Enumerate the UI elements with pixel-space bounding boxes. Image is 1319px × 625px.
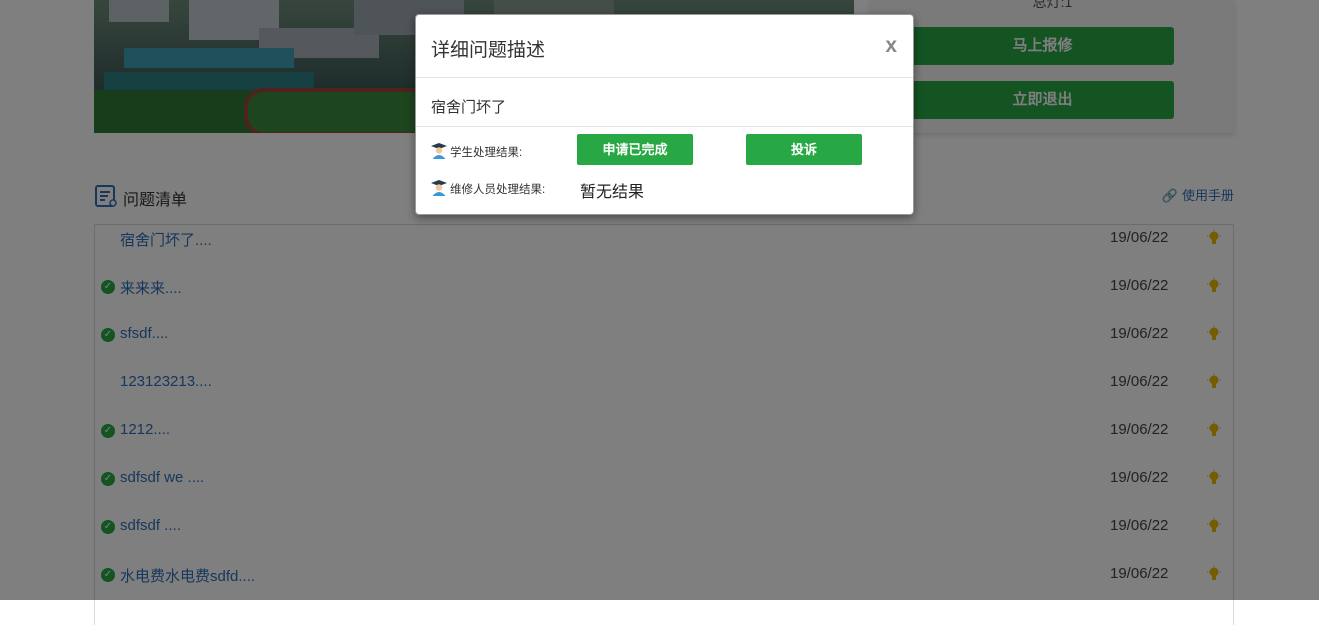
complaint-button[interactable]: 投诉 — [746, 134, 862, 165]
repair-result-value: 暂无结果 — [580, 184, 645, 201]
modal-title: 详细问题描述 — [431, 40, 546, 61]
student-avatar-icon — [431, 180, 447, 196]
mark-complete-button[interactable]: 申请已完成 — [577, 134, 693, 165]
issue-description: 宿舍门坏了 — [431, 99, 507, 116]
issue-detail-modal: 详细问题描述 x 宿舍门坏了 学生处理结果: 申请已完成 投诉 维修人员处理结果… — [415, 14, 914, 215]
student-avatar-icon — [431, 143, 447, 159]
divider — [416, 126, 913, 127]
modal-header: 详细问题描述 x — [416, 15, 913, 78]
repair-result-label: 维修人员处理结果: — [450, 184, 546, 196]
student-result-label: 学生处理结果: — [450, 147, 523, 159]
repair-result-row: 维修人员处理结果: — [431, 176, 591, 200]
close-button[interactable]: x — [885, 34, 897, 58]
